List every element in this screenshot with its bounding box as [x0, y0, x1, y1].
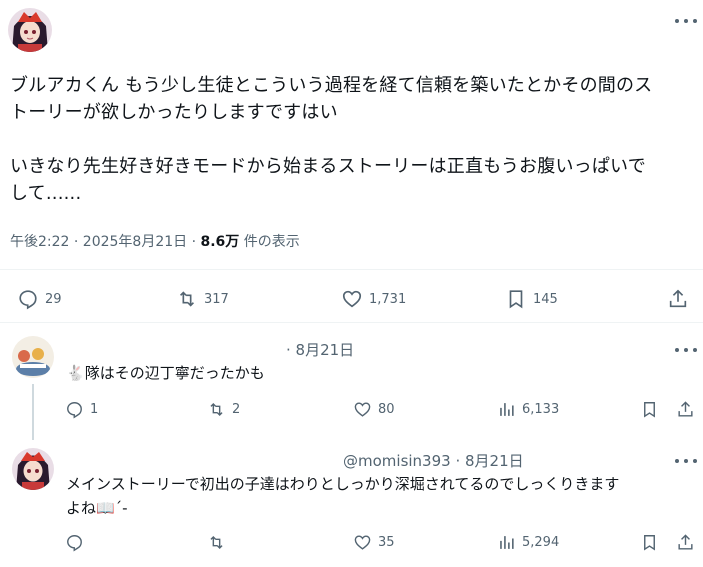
view-label: 件の表示 — [243, 234, 300, 250]
reply1-like-count: 80 — [378, 402, 395, 417]
tweet-timestamp[interactable]: 午後2:22 · 2025年8月21日 · — [10, 234, 196, 250]
reply2-views-button[interactable]: 5,294 — [497, 533, 559, 552]
reply-icon — [19, 290, 37, 310]
reply-count: 29 — [45, 291, 62, 307]
reply-icon — [67, 402, 82, 419]
reply1-reply-button[interactable]: 1 — [65, 400, 98, 419]
bookmark-icon — [644, 402, 655, 418]
author-avatar[interactable] — [8, 8, 52, 52]
reply1-date[interactable]: · 8月21日 — [286, 339, 354, 360]
tweet-text-line-1: ブルアカくん もう少し生徒とこういう過程を経て信頼を築いたとかその間のス — [10, 75, 653, 96]
like-count: 1,731 — [369, 291, 407, 307]
share-button[interactable] — [667, 288, 689, 310]
reply1-share-button[interactable] — [676, 400, 695, 419]
reply2-retweet-button[interactable] — [207, 533, 226, 552]
reply1-more-icon[interactable] — [675, 346, 697, 354]
reply1-like-button[interactable]: 80 — [353, 400, 395, 419]
retweet-button[interactable]: 317 — [176, 288, 229, 310]
tweet-text-line-2: トーリーが欲しかったりしますですはい — [10, 102, 338, 123]
like-button[interactable]: 1,731 — [341, 288, 406, 310]
analytics-icon — [500, 403, 514, 416]
more-options-icon[interactable] — [675, 17, 697, 25]
reply2-handle-date[interactable]: @momisin393 · 8月21日 — [343, 450, 524, 471]
divider — [0, 269, 703, 270]
reply1-text: 🐇隊はその辺丁寧だったかも — [66, 363, 265, 384]
bookmark-count: 145 — [533, 291, 558, 307]
reply2-bookmark-button[interactable] — [640, 533, 659, 552]
reply2-like-count: 35 — [378, 535, 395, 550]
tweet-meta: 午後2:22 · 2025年8月21日 · 8.6万 件の表示 — [10, 231, 300, 251]
reply-button[interactable]: 29 — [17, 288, 62, 310]
tweet-text-line-4: して...... — [10, 183, 82, 204]
thread-line — [32, 384, 34, 440]
reply2-more-icon[interactable] — [675, 457, 697, 465]
retweet-icon — [179, 291, 195, 307]
heart-icon — [354, 402, 371, 417]
reply1-views-count: 6,133 — [522, 402, 560, 417]
rabbit-icon: 🐇 — [66, 364, 85, 382]
bookmark-icon — [644, 535, 655, 551]
retweet-icon — [210, 402, 223, 417]
reply1-bookmark-button[interactable] — [640, 400, 659, 419]
reply-icon — [67, 535, 82, 552]
bookmark-button[interactable]: 145 — [505, 288, 558, 310]
reply2-avatar[interactable] — [12, 448, 54, 490]
retweet-icon — [210, 535, 223, 550]
share-icon — [678, 401, 693, 417]
reply2-text-line-1: メインストーリーで初出の子達はわりとしっかり深堀されてるのでしっくりきます — [66, 475, 620, 493]
reply2-reply-button[interactable] — [65, 533, 84, 552]
reply1-retweet-button[interactable]: 2 — [207, 400, 240, 419]
retweet-count: 317 — [204, 291, 229, 307]
analytics-icon — [500, 536, 514, 549]
reply2-text-line-2: よね📖´- — [66, 499, 128, 517]
view-count: 8.6万 — [200, 234, 240, 250]
tweet-text-line-3: いきなり先生好き好きモードから始まるストーリーは正直もうお腹いっぱいで — [10, 156, 646, 177]
share-icon — [678, 534, 693, 550]
share-icon — [669, 289, 687, 308]
reply1-reply-count: 1 — [90, 402, 99, 417]
divider — [0, 322, 703, 323]
reply2-like-button[interactable]: 35 — [353, 533, 395, 552]
reply1-body: 隊はその辺丁寧だったかも — [84, 364, 265, 382]
heart-icon — [342, 290, 362, 308]
reply1-retweet-count: 2 — [232, 402, 241, 417]
bookmark-icon — [509, 290, 523, 309]
reply2-views-count: 5,294 — [522, 535, 560, 550]
reply1-avatar[interactable] — [12, 336, 54, 378]
reply1-views-button[interactable]: 6,133 — [497, 400, 559, 419]
reply2-share-button[interactable] — [676, 533, 695, 552]
heart-icon — [354, 535, 371, 550]
